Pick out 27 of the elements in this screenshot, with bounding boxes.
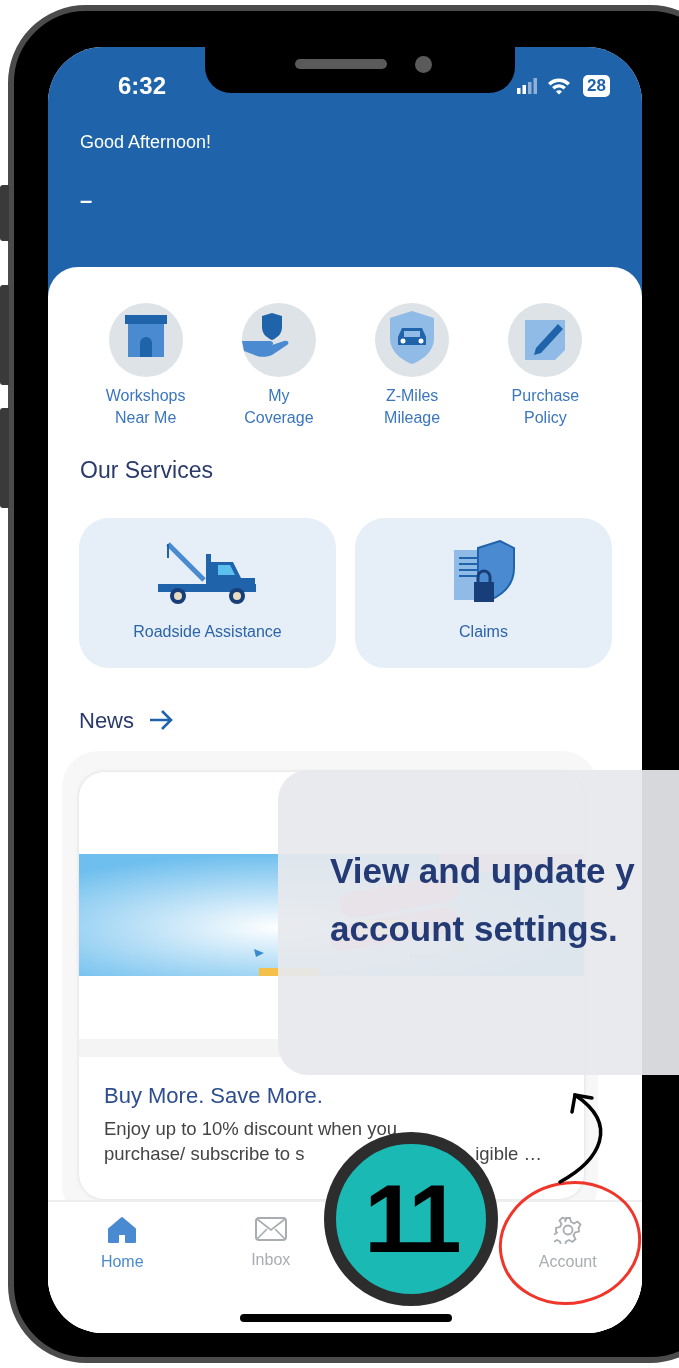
quick-action[interactable]: Z-Miles Mileage (345, 303, 479, 429)
arrow-right-icon[interactable] (148, 709, 174, 731)
greeting-text: Good Afternoon! (80, 131, 213, 154)
edit-note-icon (508, 303, 583, 377)
user-name: – (80, 187, 94, 215)
section-title: Our Services (80, 456, 214, 485)
home-icon (107, 1216, 138, 1244)
service-card[interactable]: Roadside Assistance (79, 517, 336, 668)
quick-action[interactable]: Purchase Policy (478, 303, 612, 429)
wifi-icon (547, 77, 572, 95)
signal-icon (517, 78, 538, 94)
car-shield-icon (375, 303, 450, 377)
news-title: Buy More. Save More. (104, 1081, 324, 1110)
quick-action[interactable]: My Coverage (212, 303, 346, 429)
section-title: News (79, 706, 134, 735)
battery-indicator: 28 (583, 75, 610, 97)
service-card[interactable]: Claims (355, 517, 612, 668)
tooltip-text: View and update y account settings. (330, 850, 636, 950)
status-time: 6:32 (118, 71, 167, 101)
quick-action[interactable]: Workshops Near Me (79, 303, 213, 429)
hand-shield-icon (241, 303, 316, 377)
tow-truck-icon (157, 539, 258, 606)
news-description: purchase/ subscribe to s (104, 1141, 305, 1166)
nav-tab[interactable]: Home (100, 1216, 144, 1272)
mail-icon (254, 1216, 287, 1242)
shop-icon (108, 303, 183, 377)
settings-icon (553, 1216, 582, 1244)
